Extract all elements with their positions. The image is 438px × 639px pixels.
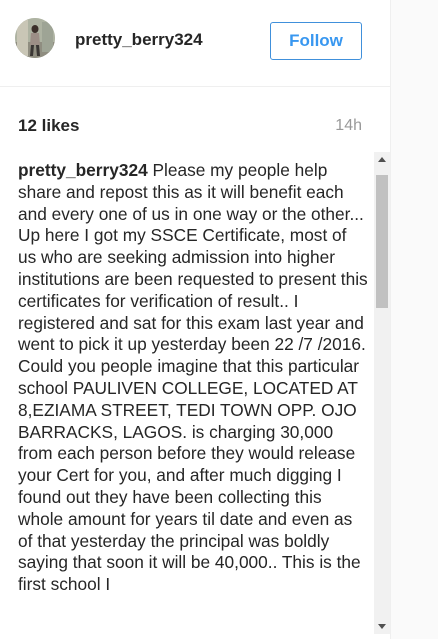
post-time[interactable]: 14h [335,116,362,136]
follow-button[interactable]: Follow [270,22,362,60]
caption-text: Please my people help share and repost t… [18,160,368,595]
caption-area[interactable]: pretty_berry324 Please my people help sh… [0,152,390,639]
scroll-up-icon[interactable] [374,152,390,168]
caption: pretty_berry324 Please my people help sh… [18,160,368,596]
scroll-down-icon[interactable] [374,618,390,634]
post-panel: pretty_berry324 Follow 12 likes 14h pret… [0,0,391,639]
username-link[interactable]: pretty_berry324 [75,30,203,50]
scroll-thumb[interactable] [376,175,388,308]
likes-count[interactable]: 12 likes [18,116,79,136]
post-header: pretty_berry324 Follow [0,0,390,85]
avatar[interactable] [15,18,55,58]
scrollbar[interactable] [374,152,390,634]
header-divider [0,86,390,87]
caption-author[interactable]: pretty_berry324 [18,160,148,180]
avatar-image [15,18,55,58]
